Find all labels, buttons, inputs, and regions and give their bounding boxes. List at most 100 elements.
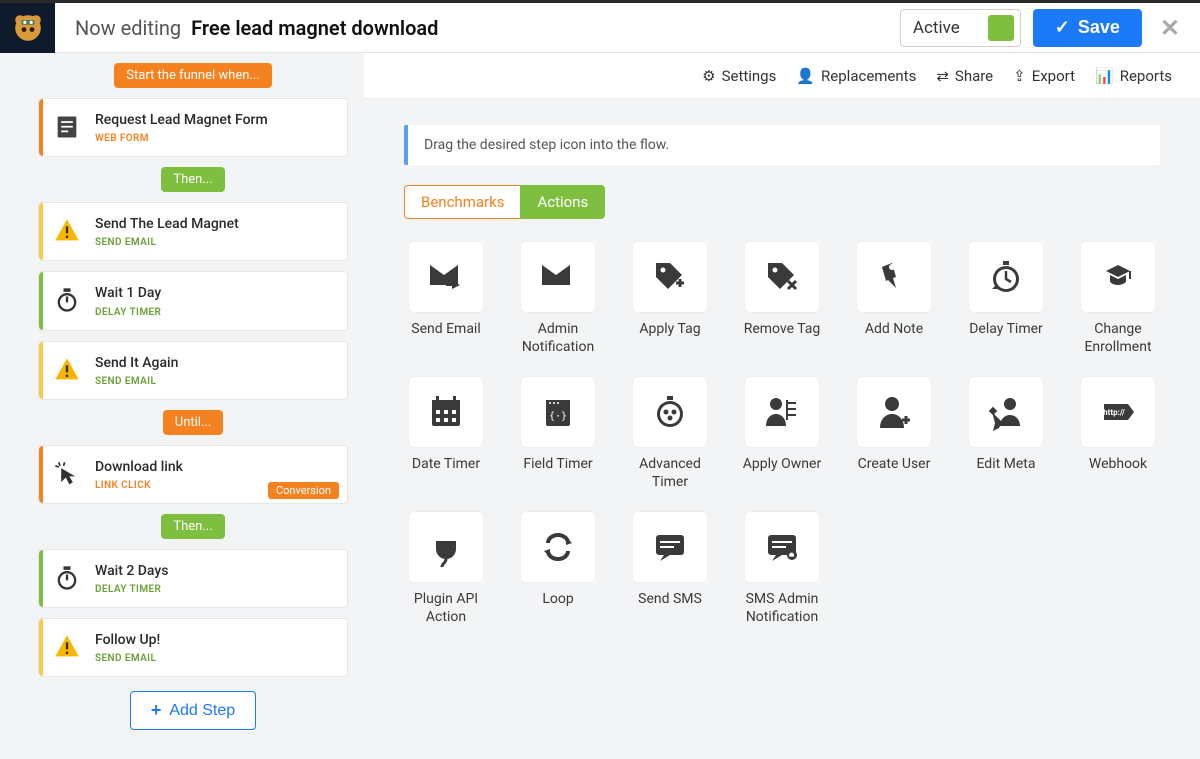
pill-then-2: Then... xyxy=(161,514,224,539)
timer-icon xyxy=(53,564,81,592)
action-admin-notif[interactable]: Admin Notification xyxy=(516,241,600,356)
action-adv-timer[interactable]: Advanced Timer xyxy=(628,376,712,491)
action-remove-tag[interactable]: Remove Tag xyxy=(740,241,824,356)
step-type-tabs: Benchmarks Actions xyxy=(404,185,1160,219)
warning-icon xyxy=(53,217,81,245)
svg-text:http://: http:// xyxy=(1103,408,1125,417)
status-text: Active xyxy=(913,18,988,38)
header: Now editing Free lead magnet download Ac… xyxy=(0,3,1200,53)
action-label: Change Enrollment xyxy=(1076,321,1160,356)
form-icon xyxy=(53,113,81,141)
admin-notif-icon xyxy=(520,241,596,313)
action-webhook[interactable]: http:// Webhook xyxy=(1076,376,1160,491)
actions-grid: Send Email Admin Notification Apply Tag Rem… xyxy=(404,241,1160,626)
send-sms-icon xyxy=(632,511,708,583)
action-apply-tag[interactable]: Apply Tag xyxy=(628,241,712,356)
action-label: Add Note xyxy=(852,321,936,339)
plus-icon: + xyxy=(151,700,162,721)
action-label: SMS Admin Notification xyxy=(740,591,824,626)
create-user-icon xyxy=(856,376,932,448)
tab-actions[interactable]: Actions xyxy=(520,185,605,219)
step-send-lead-magnet[interactable]: Send The Lead MagnetSEND EMAIL xyxy=(38,202,348,261)
plugin-icon xyxy=(408,511,484,583)
pill-until: Until... xyxy=(163,410,223,435)
enrollment-icon xyxy=(1080,241,1156,313)
apply-owner-icon xyxy=(744,376,820,448)
add-step-button[interactable]: + Add Step xyxy=(130,691,256,730)
action-label: Send SMS xyxy=(628,591,712,609)
funnel-title: Free lead magnet download xyxy=(191,16,438,40)
action-sms-admin[interactable]: SMS Admin Notification xyxy=(740,511,824,626)
delay-timer-icon xyxy=(968,241,1044,313)
toolbar-export[interactable]: ⇪Export xyxy=(1013,67,1075,85)
action-label: Remove Tag xyxy=(740,321,824,339)
action-plugin[interactable]: Plugin API Action xyxy=(404,511,488,626)
toolbar-share[interactable]: ⇄Share xyxy=(936,67,993,85)
warning-icon xyxy=(53,356,81,384)
action-loop[interactable]: Loop xyxy=(516,511,600,626)
action-delay-timer[interactable]: Delay Timer xyxy=(964,241,1048,356)
check-icon: ✓ xyxy=(1055,17,1070,38)
timer-icon xyxy=(53,286,81,314)
action-label: Webhook xyxy=(1076,456,1160,474)
action-label: Send Email xyxy=(404,321,488,339)
remove-tag-icon xyxy=(744,241,820,313)
action-edit-meta[interactable]: Edit Meta xyxy=(964,376,1048,491)
toolbar-reports[interactable]: 📊Reports xyxy=(1095,67,1172,85)
main-toolbar: ⚙Settings 👤Replacements ⇄Share ⇪Export 📊… xyxy=(364,53,1200,99)
status-swatch xyxy=(988,15,1014,41)
export-icon: ⇪ xyxy=(1013,67,1026,85)
action-create-user[interactable]: Create User xyxy=(852,376,936,491)
chart-icon: 📊 xyxy=(1095,67,1114,85)
sms-admin-icon xyxy=(744,511,820,583)
toolbar-settings[interactable]: ⚙Settings xyxy=(702,67,776,85)
webhook-icon: http:// xyxy=(1080,376,1156,448)
action-send-email[interactable]: Send Email xyxy=(404,241,488,356)
pill-start: Start the funnel when... xyxy=(114,63,271,88)
action-label: Apply Tag xyxy=(628,321,712,339)
warning-icon xyxy=(53,633,81,661)
send-email-icon xyxy=(408,241,484,313)
gear-icon: ⚙ xyxy=(702,67,715,85)
pill-then-1: Then... xyxy=(161,167,224,192)
close-icon[interactable]: ✕ xyxy=(1160,14,1180,42)
tab-benchmarks[interactable]: Benchmarks xyxy=(404,185,520,219)
action-label: Plugin API Action xyxy=(404,591,488,626)
action-label: Advanced Timer xyxy=(628,456,712,491)
step-wait-2-days[interactable]: Wait 2 DaysDELAY TIMER xyxy=(38,549,348,608)
toolbar-replacements[interactable]: 👤Replacements xyxy=(796,67,916,85)
action-label: Create User xyxy=(852,456,936,474)
action-date-timer[interactable]: Date Timer xyxy=(404,376,488,491)
app-logo[interactable] xyxy=(0,3,55,53)
edit-meta-icon xyxy=(968,376,1044,448)
step-follow-up[interactable]: Follow Up!SEND EMAIL xyxy=(38,618,348,677)
step-wait-1-day[interactable]: Wait 1 DayDELAY TIMER xyxy=(38,271,348,330)
action-label: Admin Notification xyxy=(516,321,600,356)
share-icon: ⇄ xyxy=(936,67,949,85)
action-enrollment[interactable]: Change Enrollment xyxy=(1076,241,1160,356)
info-message: Drag the desired step icon into the flow… xyxy=(404,125,1160,165)
loop-icon xyxy=(520,511,596,583)
apply-tag-icon xyxy=(632,241,708,313)
funnel-sidebar: Start the funnel when... Request Lead Ma… xyxy=(0,53,364,759)
action-label: Loop xyxy=(516,591,600,609)
save-button[interactable]: ✓ Save xyxy=(1033,9,1142,47)
cursor-click-icon xyxy=(53,460,81,488)
action-label: Delay Timer xyxy=(964,321,1048,339)
conversion-badge: Conversion xyxy=(268,482,339,499)
field-timer-icon: {·} xyxy=(520,376,596,448)
editing-label: Now editing xyxy=(75,16,181,40)
status-selector[interactable]: Active xyxy=(900,9,1021,47)
add-note-icon xyxy=(856,241,932,313)
action-label: Field Timer xyxy=(516,456,600,474)
step-request-form[interactable]: Request Lead Magnet FormWEB FORM xyxy=(38,98,348,157)
step-download-link[interactable]: Download linkLINK CLICK Conversion xyxy=(38,445,348,504)
action-label: Edit Meta xyxy=(964,456,1048,474)
step-send-again[interactable]: Send It AgainSEND EMAIL xyxy=(38,341,348,400)
action-field-timer[interactable]: {·} Field Timer xyxy=(516,376,600,491)
svg-text:{·}: {·} xyxy=(549,411,567,422)
action-add-note[interactable]: Add Note xyxy=(852,241,936,356)
date-timer-icon xyxy=(408,376,484,448)
action-send-sms[interactable]: Send SMS xyxy=(628,511,712,626)
action-apply-owner[interactable]: Apply Owner xyxy=(740,376,824,491)
